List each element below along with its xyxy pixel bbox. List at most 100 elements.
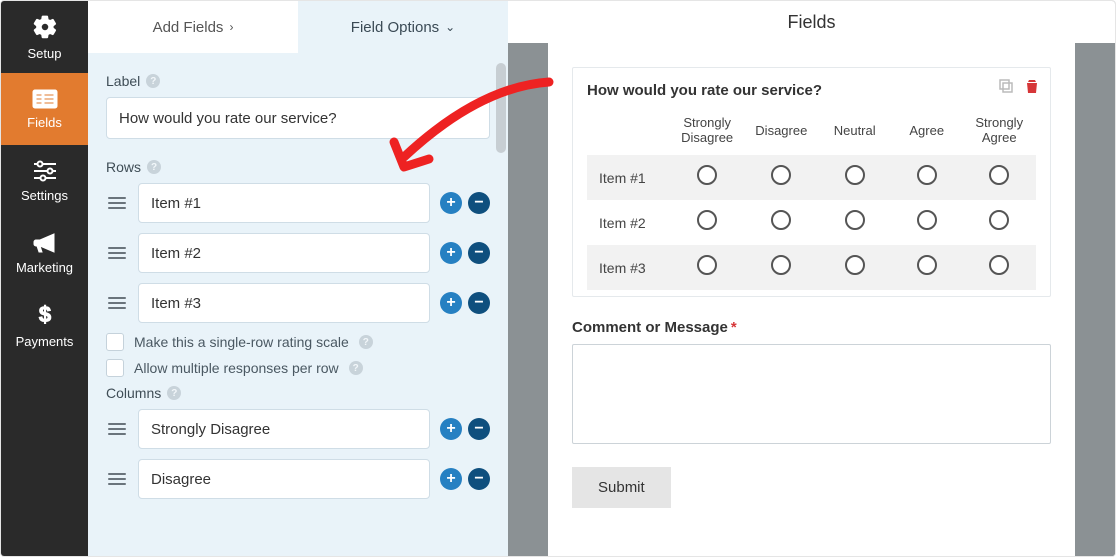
multi-response-checkbox[interactable] <box>106 359 124 377</box>
bullhorn-icon <box>32 232 58 254</box>
field-label-input[interactable] <box>106 97 490 139</box>
likert-radio[interactable] <box>697 210 717 230</box>
help-icon[interactable]: ? <box>359 335 373 349</box>
likert-radio[interactable] <box>845 255 865 275</box>
row-editor: + − <box>106 283 490 323</box>
likert-radio[interactable] <box>771 255 791 275</box>
chevron-right-icon: › <box>229 20 233 34</box>
remove-column-button[interactable]: − <box>468 418 490 440</box>
preview-area: Fields How would you rate our service? S… <box>508 1 1115 556</box>
row-editor: + − <box>106 233 490 273</box>
likert-column-header: Strongly Disagree <box>670 111 744 155</box>
column-editor: + − <box>106 409 490 449</box>
nav-setup-label: Setup <box>28 46 62 61</box>
nav-marketing-label: Marketing <box>16 260 73 275</box>
add-column-button[interactable]: + <box>440 418 462 440</box>
chevron-down-icon: ⌄ <box>445 20 455 34</box>
preview-gutter-right <box>1075 43 1115 556</box>
preview-gutter-left <box>508 43 548 556</box>
help-icon[interactable]: ? <box>146 74 160 88</box>
row-value-input[interactable] <box>138 283 430 323</box>
likert-column-header: Disagree <box>744 111 818 155</box>
rows-heading: Rows <box>106 159 141 175</box>
tab-field-options[interactable]: Field Options ⌄ <box>298 1 508 53</box>
likert-column-header: Neutral <box>818 111 891 155</box>
likert-row-label: Item #3 <box>587 245 670 290</box>
nav-fields-label: Fields <box>27 115 62 130</box>
add-row-button[interactable]: + <box>440 192 462 214</box>
nav-fields[interactable]: Fields <box>1 73 88 145</box>
row-value-input[interactable] <box>138 233 430 273</box>
field-options-panel: Add Fields › Field Options ⌄ Label ? Row… <box>88 1 508 556</box>
likert-radio[interactable] <box>845 165 865 185</box>
nav-payments[interactable]: $ Payments <box>1 289 88 361</box>
likert-radio[interactable] <box>771 165 791 185</box>
submit-button[interactable]: Submit <box>572 467 671 508</box>
likert-row-label: Item #1 <box>587 155 670 200</box>
likert-column-header: Strongly Agree <box>962 111 1036 155</box>
drag-handle-icon[interactable] <box>106 247 128 259</box>
add-row-button[interactable]: + <box>440 242 462 264</box>
row-editor: + − <box>106 183 490 223</box>
sliders-icon <box>32 160 58 182</box>
columns-heading: Columns <box>106 385 161 401</box>
likert-row: Item #1 <box>587 155 1036 200</box>
single-row-label: Make this a single-row rating scale <box>134 334 349 350</box>
column-value-input[interactable] <box>138 409 430 449</box>
duplicate-icon[interactable] <box>998 78 1014 94</box>
tab-add-fields[interactable]: Add Fields › <box>88 1 298 53</box>
remove-row-button[interactable]: − <box>468 242 490 264</box>
nav-marketing[interactable]: Marketing <box>1 217 88 289</box>
nav-settings[interactable]: Settings <box>1 145 88 217</box>
likert-row: Item #3 <box>587 245 1036 290</box>
page-title: Fields <box>508 1 1115 43</box>
likert-radio[interactable] <box>917 255 937 275</box>
nav-setup[interactable]: Setup <box>1 1 88 73</box>
likert-radio[interactable] <box>697 255 717 275</box>
likert-radio[interactable] <box>989 210 1009 230</box>
help-icon[interactable]: ? <box>147 160 161 174</box>
column-editor: + − <box>106 459 490 499</box>
remove-row-button[interactable]: − <box>468 292 490 314</box>
likert-table: Strongly Disagree Disagree Neutral Agree… <box>587 111 1036 290</box>
help-icon[interactable]: ? <box>167 386 181 400</box>
tab-field-options-label: Field Options <box>351 19 439 36</box>
drag-handle-icon[interactable] <box>106 197 128 209</box>
likert-radio[interactable] <box>917 165 937 185</box>
trash-icon[interactable] <box>1024 78 1040 94</box>
row-value-input[interactable] <box>138 183 430 223</box>
add-column-button[interactable]: + <box>440 468 462 490</box>
panel-scrollbar[interactable] <box>494 53 508 556</box>
preview-field-title: How would you rate our service? <box>587 82 1036 99</box>
tab-add-fields-label: Add Fields <box>153 19 224 36</box>
likert-column-header: Agree <box>891 111 962 155</box>
remove-row-button[interactable]: − <box>468 192 490 214</box>
form-icon <box>32 89 58 109</box>
likert-radio[interactable] <box>697 165 717 185</box>
likert-radio[interactable] <box>989 165 1009 185</box>
help-icon[interactable]: ? <box>349 361 363 375</box>
drag-handle-icon[interactable] <box>106 297 128 309</box>
likert-row-label: Item #2 <box>587 200 670 245</box>
single-row-checkbox[interactable] <box>106 333 124 351</box>
drag-handle-icon[interactable] <box>106 473 128 485</box>
likert-row: Item #2 <box>587 200 1036 245</box>
likert-radio[interactable] <box>989 255 1009 275</box>
add-row-button[interactable]: + <box>440 292 462 314</box>
required-star-icon: * <box>731 319 737 336</box>
label-heading: Label <box>106 73 140 89</box>
likert-radio[interactable] <box>917 210 937 230</box>
column-value-input[interactable] <box>138 459 430 499</box>
likert-radio[interactable] <box>771 210 791 230</box>
drag-handle-icon[interactable] <box>106 423 128 435</box>
dollar-icon: $ <box>37 302 53 328</box>
scrollbar-thumb[interactable] <box>496 63 506 153</box>
remove-column-button[interactable]: − <box>468 468 490 490</box>
nav-payments-label: Payments <box>16 334 74 349</box>
comment-textarea[interactable] <box>572 344 1051 444</box>
likert-field-preview[interactable]: How would you rate our service? Strongly… <box>572 67 1051 297</box>
panel-tabs: Add Fields › Field Options ⌄ <box>88 1 508 53</box>
likert-radio[interactable] <box>845 210 865 230</box>
sidebar-nav: Setup Fields Settings Marketing $ Paymen… <box>1 1 88 556</box>
multi-response-label: Allow multiple responses per row <box>134 360 339 376</box>
